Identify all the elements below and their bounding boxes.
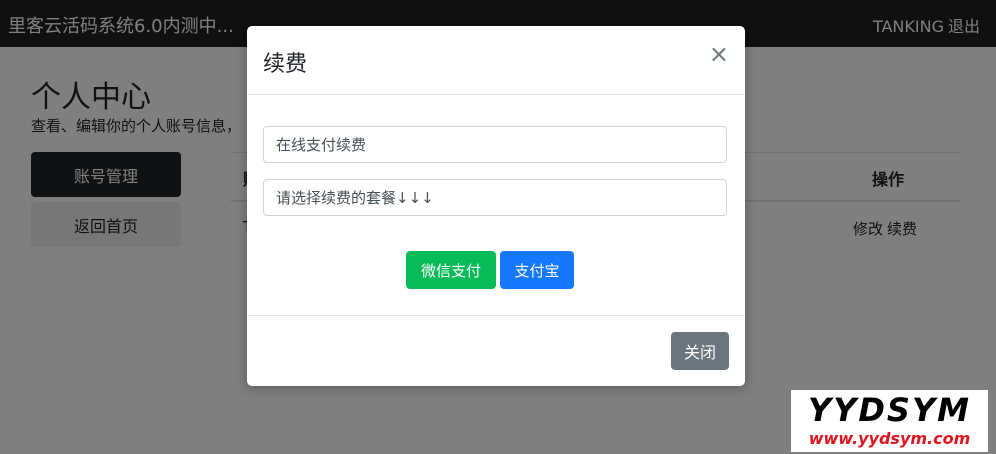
close-button[interactable]: 关闭 bbox=[671, 332, 729, 370]
watermark-logo: YYDSYM www.yydsym.com bbox=[791, 390, 988, 452]
watermark-url: www.yydsym.com bbox=[808, 429, 971, 448]
alipay-button[interactable]: 支付宝 bbox=[500, 251, 574, 289]
modal-footer: 关闭 bbox=[247, 315, 745, 387]
plan-select[interactable]: 请选择续费的套餐↓↓↓ bbox=[263, 179, 727, 216]
renew-modal: 续费 × 在线支付续费 请选择续费的套餐↓↓↓ 微信支付 支付宝 关闭 bbox=[247, 26, 745, 386]
modal-title: 续费 bbox=[263, 52, 308, 77]
pay-method-field[interactable]: 在线支付续费 bbox=[263, 126, 727, 163]
wechat-pay-button[interactable]: 微信支付 bbox=[406, 251, 496, 289]
close-icon[interactable]: × bbox=[709, 42, 729, 66]
modal-header: 续费 × bbox=[247, 26, 745, 95]
watermark-brand: YYDSYM bbox=[808, 391, 971, 429]
